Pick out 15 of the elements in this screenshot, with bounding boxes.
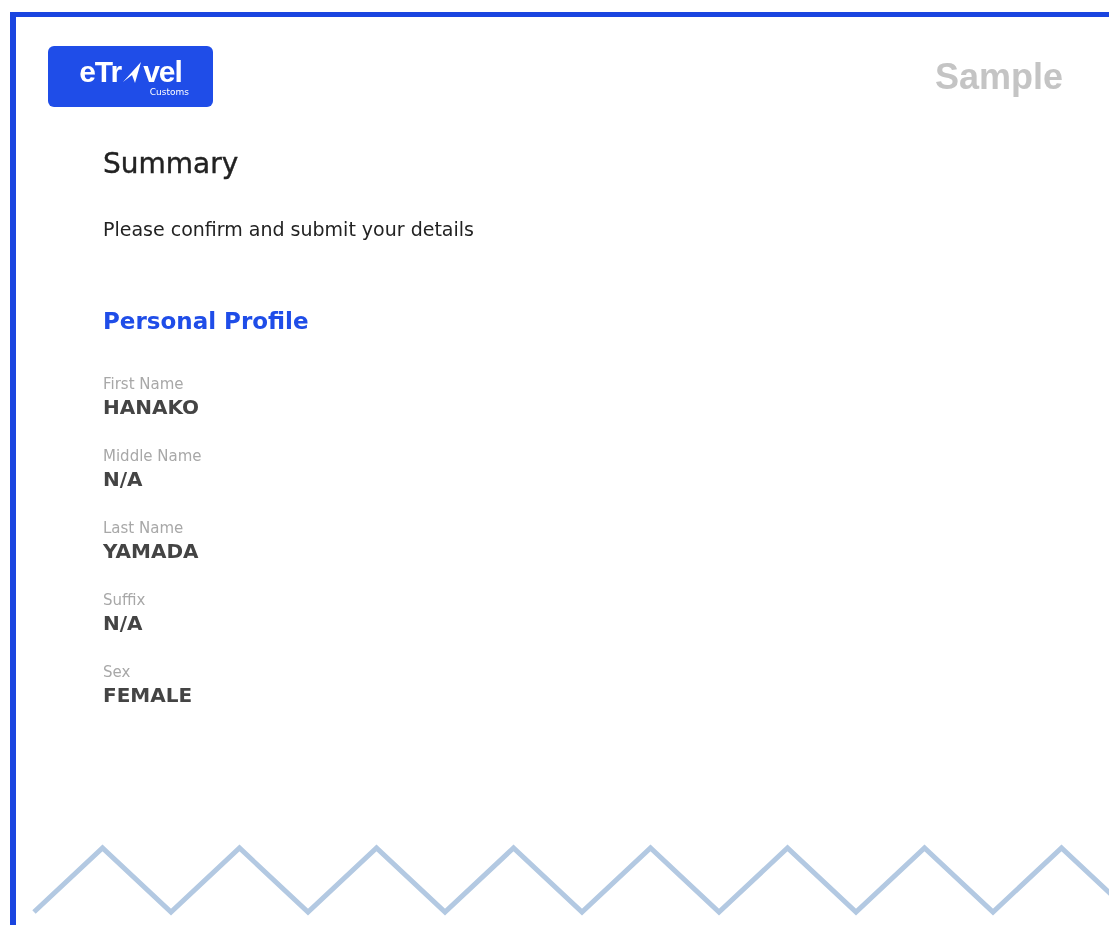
sample-label: Sample [934, 55, 1063, 98]
section-title: Personal Profile [103, 308, 310, 334]
field-value: HANAKO [103, 394, 200, 420]
field-label: Sex [103, 662, 131, 682]
field-label: Suffix [103, 590, 146, 610]
field-label: Middle Name [103, 446, 202, 466]
field-value: N/A [103, 610, 143, 636]
field-value: FEMALE [103, 682, 193, 708]
instruction-text: Please confirm and submit your details [103, 218, 475, 240]
field-value: N/A [103, 466, 143, 492]
logo: eTr vel Customs [48, 46, 213, 107]
field-value: YAMADA [103, 538, 199, 564]
field-label: Last Name [103, 518, 184, 538]
field-label: First Name [103, 374, 184, 394]
page-title: Summary [103, 147, 240, 180]
